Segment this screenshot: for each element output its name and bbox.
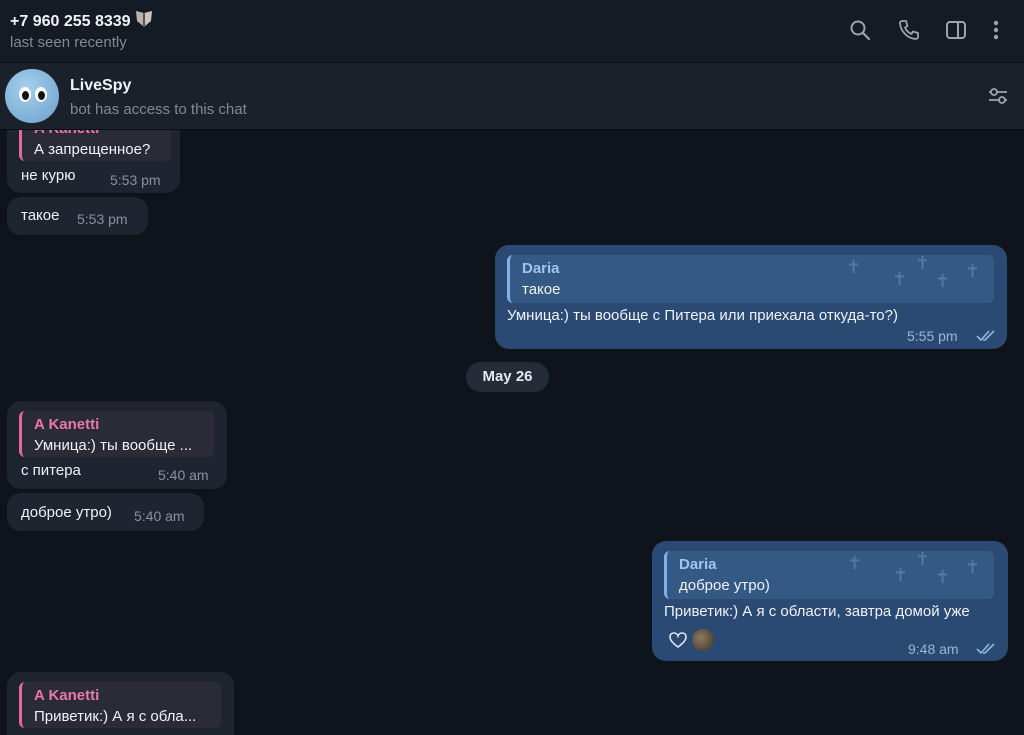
cross-pattern-icon: ✝ [915, 255, 931, 273]
message-time: 5:40 am [134, 508, 185, 524]
bot-subtitle: bot has access to this chat [70, 101, 247, 118]
message-incoming[interactable]: A Kanetti Приветик:) А я с обла... [7, 672, 234, 735]
last-seen-status: last seen recently [10, 34, 127, 51]
cross-pattern-icon: ✝ [846, 257, 862, 277]
message-outgoing[interactable]: Daria доброе утро) ✝ ✝ ✝ ✝ ✝ Приветик:) … [652, 541, 1008, 661]
message-text: не курю [21, 167, 76, 184]
quote-text: такое [522, 281, 561, 298]
reactor-avatar[interactable] [692, 629, 714, 651]
message-incoming[interactable]: доброе утро) 5:40 am [7, 493, 204, 531]
cross-pattern-icon: ✝ [915, 551, 931, 569]
avatar-eye-left [19, 87, 31, 102]
cross-pattern-icon: ✝ [892, 269, 908, 289]
quote-author: A Kanetti [34, 129, 171, 139]
message-text: доброе утро) [21, 504, 112, 521]
message-time: 5:40 am [158, 467, 209, 483]
chat-header: +7 960 255 8339 last seen recently [0, 0, 1024, 63]
message-incoming[interactable]: такое 5:53 pm [7, 197, 148, 235]
contact-name-text: +7 960 255 8339 [10, 13, 131, 30]
message-text: с питера [21, 462, 81, 479]
read-check-icon [976, 330, 995, 342]
date-separator: May 26 [466, 362, 549, 392]
cross-pattern-icon: ✝ [935, 271, 951, 291]
message-list[interactable]: A Kanetti А запрещенное? не курю 5:53 pm… [0, 129, 1024, 735]
reply-quote[interactable]: Daria такое ✝ ✝ ✝ ✝ ✝ [507, 255, 994, 303]
cross-pattern-icon: ✝ [935, 567, 951, 587]
message-incoming[interactable]: A Kanetti Умница:) ты вообще ... с питер… [7, 401, 227, 489]
cross-pattern-icon: ✝ [847, 553, 863, 573]
avatar-eye-right [35, 87, 47, 102]
sidebar-icon[interactable] [944, 18, 968, 42]
message-outgoing[interactable]: Daria такое ✝ ✝ ✝ ✝ ✝ Умница:) ты вообще… [495, 245, 1007, 349]
quote-text: А запрещенное? [34, 141, 151, 158]
bot-access-bar: LiveSpy bot has access to this chat [0, 63, 1024, 130]
message-text: такое [21, 207, 60, 224]
phone-icon[interactable] [897, 18, 921, 42]
cross-pattern-icon: ✝ [893, 565, 909, 585]
settings-sliders-icon[interactable] [986, 84, 1010, 108]
more-vertical-icon[interactable] [984, 18, 1008, 42]
moth-emoji-icon [135, 11, 152, 27]
reaction-heart-icon[interactable] [667, 629, 689, 651]
message-text: Приветик:) А я с области, завтра домой у… [664, 603, 970, 620]
message-time: 5:53 pm [77, 211, 128, 227]
message-text: Умница:) ты вообще с Питера или приехала… [507, 307, 898, 324]
reply-quote[interactable]: A Kanetti Приветик:) А я с обла... [19, 682, 221, 728]
read-check-icon [976, 643, 995, 655]
cross-pattern-icon: ✝ [965, 557, 981, 577]
reply-quote[interactable]: A Kanetti А запрещенное? [19, 129, 171, 161]
quote-author: A Kanetti [34, 416, 100, 433]
message-incoming[interactable]: A Kanetti А запрещенное? не курю 5:53 pm [7, 129, 180, 193]
bot-avatar[interactable] [5, 69, 59, 123]
search-icon[interactable] [848, 18, 872, 42]
cross-pattern-icon: ✝ [965, 261, 981, 281]
reply-quote[interactable]: Daria доброе утро) ✝ ✝ ✝ ✝ ✝ [664, 551, 994, 599]
bot-name[interactable]: LiveSpy [70, 77, 131, 95]
quote-author: A Kanetti [34, 687, 100, 704]
message-time: 9:48 am [908, 641, 959, 657]
quote-text: Умница:) ты вообще ... [34, 437, 193, 454]
message-time: 5:53 pm [110, 172, 161, 188]
reply-quote[interactable]: A Kanetti Умница:) ты вообще ... [19, 411, 214, 457]
quote-text: Приветик:) А я с обла... [34, 708, 197, 725]
message-time: 5:55 pm [907, 328, 958, 344]
contact-name[interactable]: +7 960 255 8339 [10, 9, 155, 31]
